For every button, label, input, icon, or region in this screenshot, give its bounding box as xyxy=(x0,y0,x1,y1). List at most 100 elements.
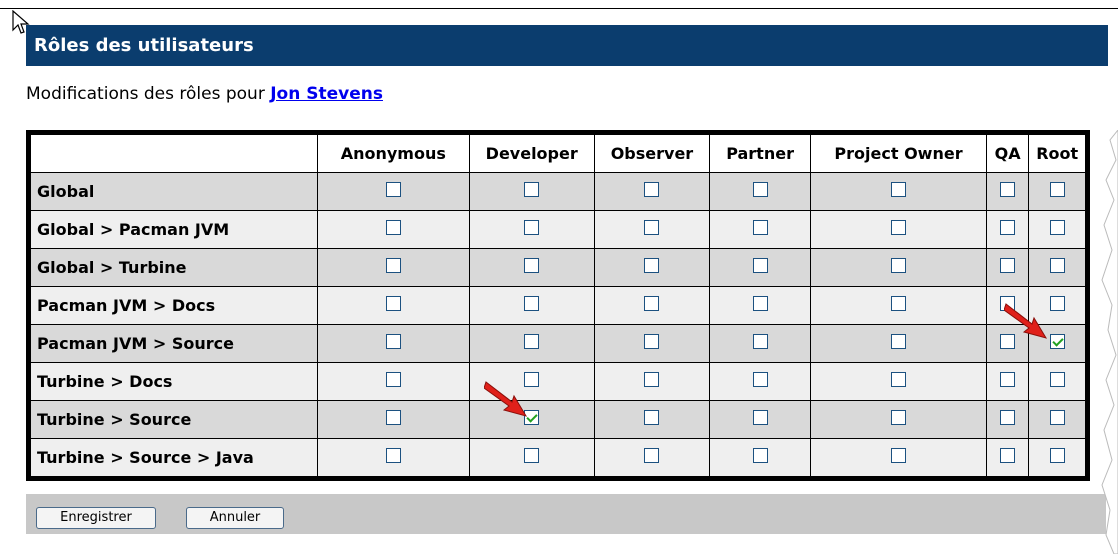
checkbox[interactable] xyxy=(385,258,401,273)
checkbox[interactable] xyxy=(385,448,401,463)
checkbox[interactable] xyxy=(644,258,660,273)
checkbox[interactable] xyxy=(1000,258,1016,273)
checkbox[interactable] xyxy=(1049,372,1065,387)
checkbox[interactable] xyxy=(891,220,906,235)
checkbox[interactable] xyxy=(752,372,768,387)
checkbox-cell xyxy=(709,324,812,363)
checkbox[interactable] xyxy=(524,258,540,273)
checkbox[interactable] xyxy=(1000,410,1016,425)
row-label: Pacman JVM > Docs xyxy=(30,286,318,325)
checkbox[interactable] xyxy=(1049,182,1065,197)
checkbox-cell xyxy=(316,286,470,325)
row-label: Turbine > Source xyxy=(30,400,318,439)
cancel-button[interactable]: Annuler xyxy=(186,507,284,529)
role-row: Turbine > Source xyxy=(30,400,1086,439)
row-label: Global > Pacman JVM xyxy=(30,210,318,249)
checkbox-cell xyxy=(468,286,595,325)
checkbox-cell xyxy=(468,210,595,249)
checkbox[interactable] xyxy=(644,410,660,425)
checkbox[interactable] xyxy=(752,334,768,349)
save-button[interactable]: Enregistrer xyxy=(36,507,156,529)
column-header: Observer xyxy=(593,134,711,173)
checkbox[interactable] xyxy=(1049,220,1065,235)
checkbox[interactable] xyxy=(385,296,401,311)
checkbox-cell xyxy=(810,324,987,363)
column-header: Anonymous xyxy=(316,134,470,173)
checkbox[interactable] xyxy=(385,220,401,235)
checkbox[interactable] xyxy=(752,182,768,197)
checkbox[interactable] xyxy=(644,220,660,235)
checkbox[interactable] xyxy=(891,334,906,349)
checkbox[interactable] xyxy=(752,258,768,273)
section-title: Rôles des utilisateurs xyxy=(34,35,254,56)
checkbox[interactable] xyxy=(644,296,660,311)
checkbox[interactable] xyxy=(1049,448,1065,463)
checkbox-cell xyxy=(1028,438,1086,477)
checkbox-cell xyxy=(985,438,1030,477)
checkbox-cell xyxy=(316,438,470,477)
checkbox-cell xyxy=(316,362,470,401)
checkbox-cell xyxy=(709,400,812,439)
header-row: Anonymous Developer Observer Partner Project… xyxy=(30,134,1086,173)
checkbox-cell xyxy=(468,438,595,477)
checkbox[interactable] xyxy=(524,334,540,349)
checkbox-cell xyxy=(1028,210,1086,249)
checkbox-cell xyxy=(810,438,987,477)
checkbox[interactable] xyxy=(644,334,660,349)
checkbox[interactable] xyxy=(524,220,540,235)
checkbox-cell xyxy=(316,248,470,287)
checkbox[interactable] xyxy=(752,410,768,425)
checkbox-cell xyxy=(1028,248,1086,287)
checkbox-cell xyxy=(810,286,987,325)
checkbox[interactable] xyxy=(644,372,660,387)
checkbox[interactable] xyxy=(891,448,906,463)
user-link[interactable]: Jon Stevens xyxy=(270,84,383,104)
checkbox[interactable] xyxy=(1049,410,1065,425)
role-row: Pacman JVM > Docs xyxy=(30,286,1086,325)
checkbox[interactable] xyxy=(1000,182,1016,197)
row-label: Global xyxy=(30,172,318,211)
row-label: Turbine > Docs xyxy=(30,362,318,401)
checkbox[interactable] xyxy=(1049,258,1065,273)
checkbox[interactable] xyxy=(524,448,540,463)
role-row: Global > Pacman JVM xyxy=(30,210,1086,249)
row-label: Global > Turbine xyxy=(30,248,318,287)
checkbox[interactable] xyxy=(524,296,540,311)
roles-table-frame: Anonymous Developer Observer Partner Project… xyxy=(26,130,1090,481)
checkbox-cell xyxy=(985,400,1030,439)
checkbox-cell xyxy=(985,248,1030,287)
checkbox-cell xyxy=(985,362,1030,401)
checkbox[interactable] xyxy=(891,296,906,311)
checkbox[interactable] xyxy=(752,296,768,311)
checkbox-cell xyxy=(593,210,711,249)
checkbox[interactable] xyxy=(644,448,660,463)
checkbox[interactable] xyxy=(385,372,401,387)
checkbox[interactable] xyxy=(385,410,401,425)
checkbox-cell xyxy=(593,324,711,363)
checkbox[interactable] xyxy=(752,220,768,235)
checkbox[interactable] xyxy=(385,182,401,197)
checkbox-cell xyxy=(593,362,711,401)
checkbox-cell xyxy=(709,362,812,401)
checkbox[interactable] xyxy=(752,448,768,463)
checkbox[interactable] xyxy=(1000,448,1016,463)
checkbox[interactable] xyxy=(1000,220,1016,235)
row-label: Pacman JVM > Source xyxy=(30,324,318,363)
checkbox[interactable] xyxy=(891,258,906,273)
checkbox-cell xyxy=(810,210,987,249)
checkbox[interactable] xyxy=(891,410,906,425)
roles-subtitle: Modifications des rôles pour Jon Stevens xyxy=(26,84,383,104)
role-row: Turbine > Source > Java xyxy=(30,438,1086,477)
checkbox-cell xyxy=(468,324,595,363)
checkbox[interactable] xyxy=(1000,372,1016,387)
checkbox[interactable] xyxy=(891,372,906,387)
checkbox[interactable] xyxy=(385,334,401,349)
checkbox[interactable] xyxy=(891,182,906,197)
checkbox-cell xyxy=(709,248,812,287)
checkbox[interactable] xyxy=(524,182,540,197)
checkbox-cell xyxy=(709,172,812,211)
column-header: Project Owner xyxy=(810,134,987,173)
row-label: Turbine > Source > Java xyxy=(30,438,318,477)
checkbox[interactable] xyxy=(644,182,660,197)
role-row: Turbine > Docs xyxy=(30,362,1086,401)
